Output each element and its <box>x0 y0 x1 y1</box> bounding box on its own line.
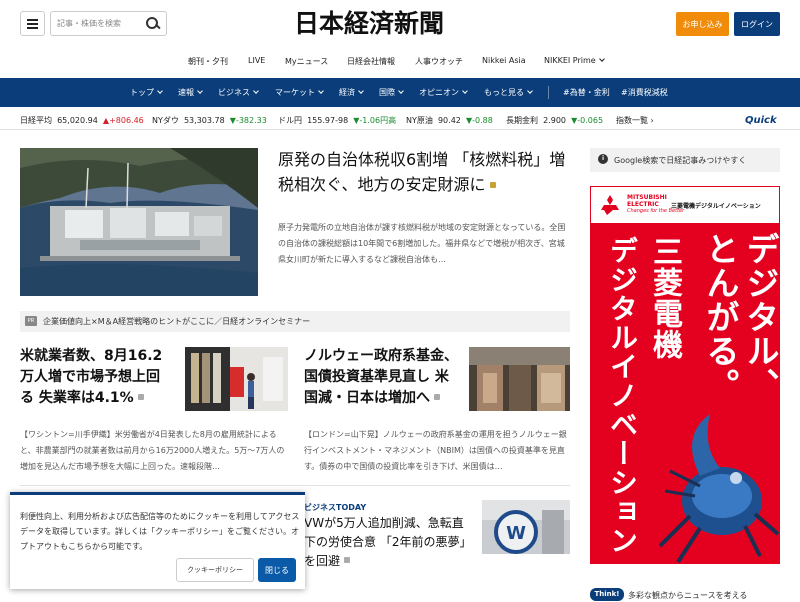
divider <box>20 485 570 486</box>
ticker-jgb[interactable]: 長期金利 2.900 ▼-0.065 <box>506 115 603 126</box>
lock-icon <box>344 557 351 563</box>
store-photo[interactable] <box>185 347 288 411</box>
subnav-item-live[interactable]: LIVE <box>248 56 265 65</box>
chevron-down-icon <box>253 88 259 94</box>
nav-more[interactable]: もっと見る <box>484 87 533 98</box>
search-box <box>50 11 167 36</box>
ad-copy-2: とんがる。 <box>701 232 740 402</box>
nav-tag-fx[interactable]: #為替・金利 <box>563 87 610 98</box>
story-vw-headline[interactable]: VWが5万人追加削減、急転直下の労使合意 「2年前の悪夢」を回避 <box>304 514 470 571</box>
ad-subbrand: 三菱電機デジタルイノベーション <box>671 203 761 210</box>
nav-opinion[interactable]: オピニオン <box>419 87 468 98</box>
lock-icon <box>434 394 440 400</box>
think-text: 多彩な観点からニュースを考える <box>628 591 748 600</box>
story-jobs-lead[interactable]: 【ワシントン=川手伊織】米労働省が4日発表した8月の雇用統計によると、非農業部門… <box>20 427 288 475</box>
cookie-text: 利便性向上、利用分析および広告配信等のためにクッキーを利用してアクセスデータを取… <box>20 512 300 551</box>
business-today-label[interactable]: ビジネスTODAY <box>304 502 366 513</box>
cookie-policy-button[interactable]: クッキーポリシー <box>176 558 254 582</box>
building-photo[interactable] <box>469 347 570 411</box>
search-input[interactable] <box>51 12 143 35</box>
ticker-usdjpy[interactable]: ドル円 155.97-98 ▼-1.06円高 <box>278 115 396 126</box>
nav-breaking[interactable]: 速報 <box>178 87 203 98</box>
market-ticker: 日経平均 65,020.94 ▲+806.46 NYダウ 53,303.78 ▼… <box>0 110 800 130</box>
cookie-consent-banner: 利便性向上、利用分析および広告配信等のためにクッキーを利用してアクセスデータを取… <box>10 492 305 589</box>
advertisement[interactable]: MITSUBISHI ELECTRIC Changes for the Better… <box>590 186 780 564</box>
top-story-headline[interactable]: 原発の自治体税収6割増 「核燃料税」増税相次ぐ、地方の安定財源に <box>278 147 568 197</box>
svg-text:W: W <box>506 523 526 544</box>
ticker-crude[interactable]: NY原油 90.42 ▼-0.88 <box>406 115 493 126</box>
google-search-banner[interactable]: i Google検索で日経記事みつけやすく <box>590 148 780 172</box>
chevron-down-icon <box>398 88 404 94</box>
subnav-item-jinji[interactable]: 人事ウオッチ <box>415 56 463 67</box>
subnav-item-asia[interactable]: Nikkei Asia <box>482 56 526 65</box>
chevron-down-icon <box>157 88 163 94</box>
chevron-down-icon <box>598 56 605 62</box>
login-button[interactable]: ログイン <box>734 12 780 36</box>
nav-world[interactable]: 国際 <box>379 87 404 98</box>
index-list-link[interactable]: 指数一覧 › <box>616 115 654 126</box>
subnav-item-paper[interactable]: 朝刊・夕刊 <box>188 56 228 67</box>
hamburger-menu-button[interactable] <box>20 11 45 36</box>
nav-top[interactable]: トップ <box>130 87 163 98</box>
story-norway-headline[interactable]: ノルウェー政府系基金、国債投資基準見直し 米国減・日本は増加へ <box>304 346 460 409</box>
subnav-item-prime[interactable]: NIKKEI Prime <box>544 56 605 65</box>
chevron-down-icon <box>318 88 324 94</box>
top-story-photo[interactable] <box>20 148 258 296</box>
chevron-down-icon <box>358 88 364 94</box>
nav-economy[interactable]: 経済 <box>339 87 364 98</box>
nav-tag-tax[interactable]: #消費税減税 <box>621 87 668 98</box>
chevron-right-icon: › <box>650 116 654 125</box>
site-logo[interactable]: 日本経済新聞 <box>294 9 506 39</box>
ad-header: MITSUBISHI ELECTRIC Changes for the Better… <box>590 186 780 224</box>
subnav-item-mynews[interactable]: Myニュース <box>285 56 328 67</box>
nuclear-plant-image <box>20 148 258 296</box>
cookie-close-button[interactable]: 閉じる <box>258 558 296 582</box>
vw-logo-photo[interactable]: W <box>482 500 570 554</box>
ad-copy-3: 三菱電機 <box>647 236 682 360</box>
seminar-text: 企業価値向上×M＆A経営戦略のヒントがここに／日経オンラインセミナー <box>43 317 311 326</box>
info-icon: i <box>598 154 608 164</box>
pr-badge: PR <box>25 316 37 326</box>
beetle-illustration <box>658 414 780 564</box>
nav-divider <box>548 86 549 99</box>
story-jobs-headline[interactable]: 米就業者数、8月16.2万人増で市場予想上回る 失業率は4.1% <box>20 346 170 409</box>
hamburger-icon <box>27 22 38 25</box>
top-story-lead[interactable]: 原子力発電所の立地自治体が課す核燃料税が地域の安定財源となっている。全国の自治体… <box>278 220 568 268</box>
nav-market[interactable]: マーケット <box>275 87 324 98</box>
nav-business[interactable]: ビジネス <box>218 87 259 98</box>
quick-logo[interactable]: Quick <box>745 115 777 126</box>
subnav-item-company[interactable]: 日経会社情報 <box>347 56 395 67</box>
mitsubishi-logo-icon <box>601 195 619 215</box>
think-badge: Think! <box>590 588 624 601</box>
ticker-nydow[interactable]: NYダウ 53,303.78 ▼-382.33 <box>152 115 267 126</box>
main-navigation: トップ 速報 ビジネス マーケット 経済 国際 オピニオン もっと見る #為替・… <box>0 78 800 107</box>
chevron-down-icon <box>462 88 468 94</box>
lock-icon <box>489 182 496 188</box>
ad-copy-4: デジタルイノベーション <box>606 236 639 555</box>
chevron-down-icon <box>197 88 203 94</box>
site-header: 日本経済新聞 お申し込み ログイン 朝刊・夕刊 LIVE Myニュース 日経会社… <box>0 0 800 78</box>
search-icon[interactable] <box>146 17 160 31</box>
lock-icon <box>137 394 144 400</box>
story-norway-lead[interactable]: 【ロンドン=山下晃】ノルウェーの政府系基金の運用を担うノルウェー銀行インベストメ… <box>304 427 570 475</box>
seminar-banner[interactable]: PR 企業価値向上×M＆A経営戦略のヒントがここに／日経オンラインセミナー <box>20 311 570 332</box>
ticker-nikkei[interactable]: 日経平均 65,020.94 ▲+806.46 <box>20 115 144 126</box>
subscribe-button[interactable]: お申し込み <box>676 12 729 36</box>
chevron-down-icon <box>527 88 533 94</box>
sub-navigation: 朝刊・夕刊 LIVE Myニュース 日経会社情報 人事ウオッチ Nikkei A… <box>0 52 800 72</box>
